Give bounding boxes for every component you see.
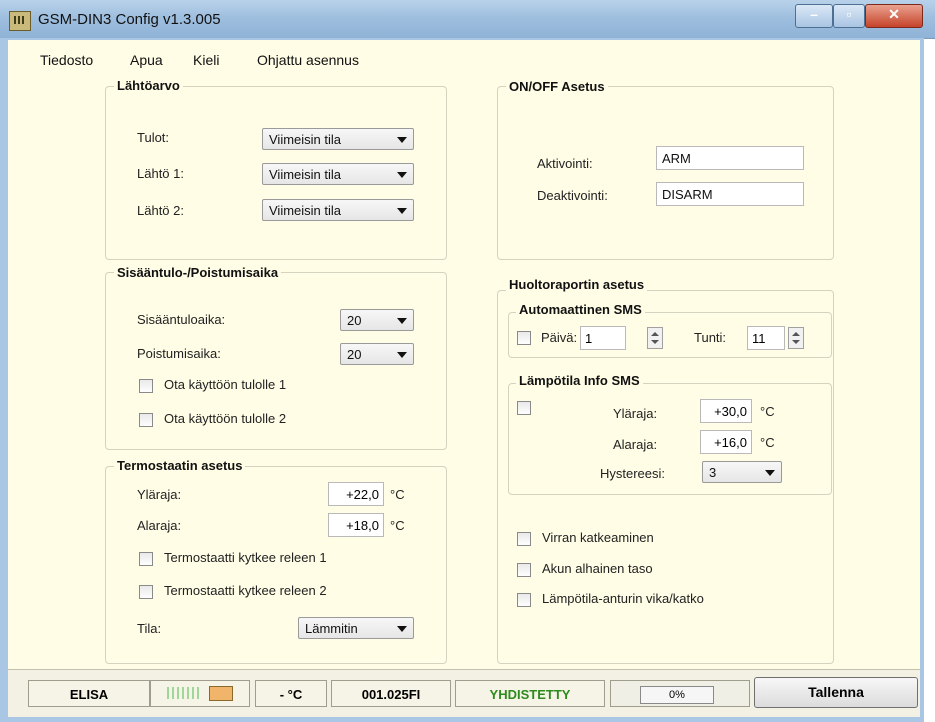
termostaatti-title: Termostaatin asetus	[114, 458, 246, 473]
tulot-label: Tulot:	[137, 130, 170, 145]
close-icon: ✕	[888, 6, 900, 22]
auto-sms-title: Automaattinen SMS	[516, 302, 645, 317]
day-label: Päivä:	[541, 330, 578, 345]
enable-input2-label: Ota käyttöön tulolle 2	[164, 411, 287, 426]
chevron-down-icon	[397, 626, 407, 632]
entry-time-label: Sisääntuloaika:	[137, 312, 226, 327]
power-loss-checkbox[interactable]	[517, 532, 531, 546]
progress-cell: 0%	[610, 680, 750, 707]
lahto2-value: Viimeisin tila	[269, 203, 342, 218]
sisaantulo-title: Sisääntulo-/Poistumisaika	[114, 265, 282, 280]
chevron-down-icon	[397, 172, 407, 178]
close-button[interactable]: ✕	[865, 4, 923, 28]
tulot-select[interactable]: Viimeisin tila	[262, 128, 414, 150]
lahto2-label: Lähtö 2:	[137, 203, 184, 218]
save-button[interactable]: Tallenna	[754, 677, 918, 708]
maximize-button[interactable]: ▫	[833, 4, 865, 28]
temp-upper-input[interactable]: +30,0	[700, 399, 752, 423]
minimize-button[interactable]: –	[795, 4, 833, 28]
huolto-title: Huoltoraportin asetus	[506, 277, 648, 292]
temp-lower-input[interactable]: +16,0	[700, 430, 752, 454]
sensor-fault-label: Lämpötila-anturin vika/katko	[542, 591, 704, 606]
power-loss-label: Virran katkeaminen	[542, 530, 654, 545]
operator-cell: ELISA	[28, 680, 150, 707]
thermo-lower-label: Alaraja:	[137, 518, 182, 533]
thermo-relay1-label: Termostaatti kytkee releen 1	[164, 550, 327, 565]
thermo-upper-label: Yläraja:	[137, 487, 182, 502]
temp-upper-unit: °C	[760, 404, 775, 419]
battery-icon	[209, 686, 233, 701]
menu-tiedosto[interactable]: Tiedosto	[40, 52, 93, 68]
exit-time-label: Poistumisaika:	[137, 346, 221, 361]
chevron-down-icon	[397, 352, 407, 358]
temp-lower-label: Alaraja:	[613, 437, 658, 452]
minimize-icon: –	[810, 6, 818, 22]
thermo-lower-unit: °C	[390, 518, 405, 533]
version-cell: 001.025FI	[331, 680, 451, 707]
temp-sms-title: Lämpötila Info SMS	[516, 373, 643, 388]
hour-label: Tunti:	[694, 330, 727, 345]
day-input[interactable]: 1	[580, 326, 626, 350]
deactivate-label: Deaktivointi:	[537, 188, 608, 203]
maximize-icon: ▫	[846, 6, 852, 22]
menu-ohjattu-asennus[interactable]: Ohjattu asennus	[257, 52, 359, 68]
signal-battery-cell	[150, 680, 250, 707]
temperature-cell: - °C	[255, 680, 327, 707]
window-title: GSM-DIN3 Config v1.3.005	[38, 11, 221, 28]
temp-upper-label: Yläraja:	[613, 406, 658, 421]
menu-kieli[interactable]: Kieli	[193, 52, 219, 68]
sensor-fault-checkbox[interactable]	[517, 593, 531, 607]
auto-sms-checkbox[interactable]	[517, 331, 531, 345]
activate-label: Aktivointi:	[537, 156, 593, 171]
thermo-upper-input[interactable]: +22,0	[328, 482, 384, 506]
activate-input[interactable]: ARM	[656, 146, 804, 170]
temp-sms-checkbox[interactable]	[517, 401, 531, 415]
chevron-down-icon	[397, 318, 407, 324]
hour-input[interactable]: 11	[747, 326, 785, 350]
exit-time-select[interactable]: 20	[340, 343, 414, 365]
lahto1-label: Lähtö 1:	[137, 166, 184, 181]
thermo-mode-label: Tila:	[137, 621, 162, 636]
hysteresis-select[interactable]: 3	[702, 461, 782, 483]
enable-input1-label: Ota käyttöön tulolle 1	[164, 377, 287, 392]
low-battery-label: Akun alhainen taso	[542, 561, 653, 576]
menu-apua[interactable]: Apua	[130, 52, 163, 68]
tulot-value: Viimeisin tila	[269, 132, 342, 147]
hysteresis-label: Hystereesi:	[600, 466, 666, 481]
progress-bar: 0%	[640, 686, 714, 704]
chevron-down-icon	[765, 470, 775, 476]
signal-strength-icon	[167, 687, 199, 699]
hour-spinner[interactable]	[788, 327, 804, 349]
thermo-mode-value: Lämmitin	[305, 621, 358, 636]
deactivate-input[interactable]: DISARM	[656, 182, 804, 206]
exit-time-value: 20	[347, 347, 362, 362]
temp-lower-unit: °C	[760, 435, 775, 450]
thermo-lower-input[interactable]: +18,0	[328, 513, 384, 537]
connection-status: YHDISTETTY	[455, 680, 605, 707]
thermo-relay1-checkbox[interactable]	[139, 552, 153, 566]
lahto2-select[interactable]: Viimeisin tila	[262, 199, 414, 221]
low-battery-checkbox[interactable]	[517, 563, 531, 577]
enable-input1-checkbox[interactable]	[139, 379, 153, 393]
thermo-mode-select[interactable]: Lämmitin	[298, 617, 414, 639]
temp-sms-group	[508, 383, 832, 495]
chevron-down-icon	[397, 208, 407, 214]
day-spinner[interactable]	[647, 327, 663, 349]
lahtoarvo-title: Lähtöarvo	[114, 78, 183, 93]
enable-input2-checkbox[interactable]	[139, 413, 153, 427]
onoff-title: ON/OFF Asetus	[506, 79, 608, 94]
thermo-relay2-label: Termostaatti kytkee releen 2	[164, 583, 327, 598]
chevron-down-icon	[397, 137, 407, 143]
lahto1-value: Viimeisin tila	[269, 167, 342, 182]
entry-time-value: 20	[347, 313, 362, 328]
thermo-upper-unit: °C	[390, 487, 405, 502]
lahto1-select[interactable]: Viimeisin tila	[262, 163, 414, 185]
hysteresis-value: 3	[709, 465, 717, 480]
app-icon	[9, 11, 31, 31]
thermo-relay2-checkbox[interactable]	[139, 585, 153, 599]
entry-time-select[interactable]: 20	[340, 309, 414, 331]
onoff-group	[497, 86, 834, 260]
